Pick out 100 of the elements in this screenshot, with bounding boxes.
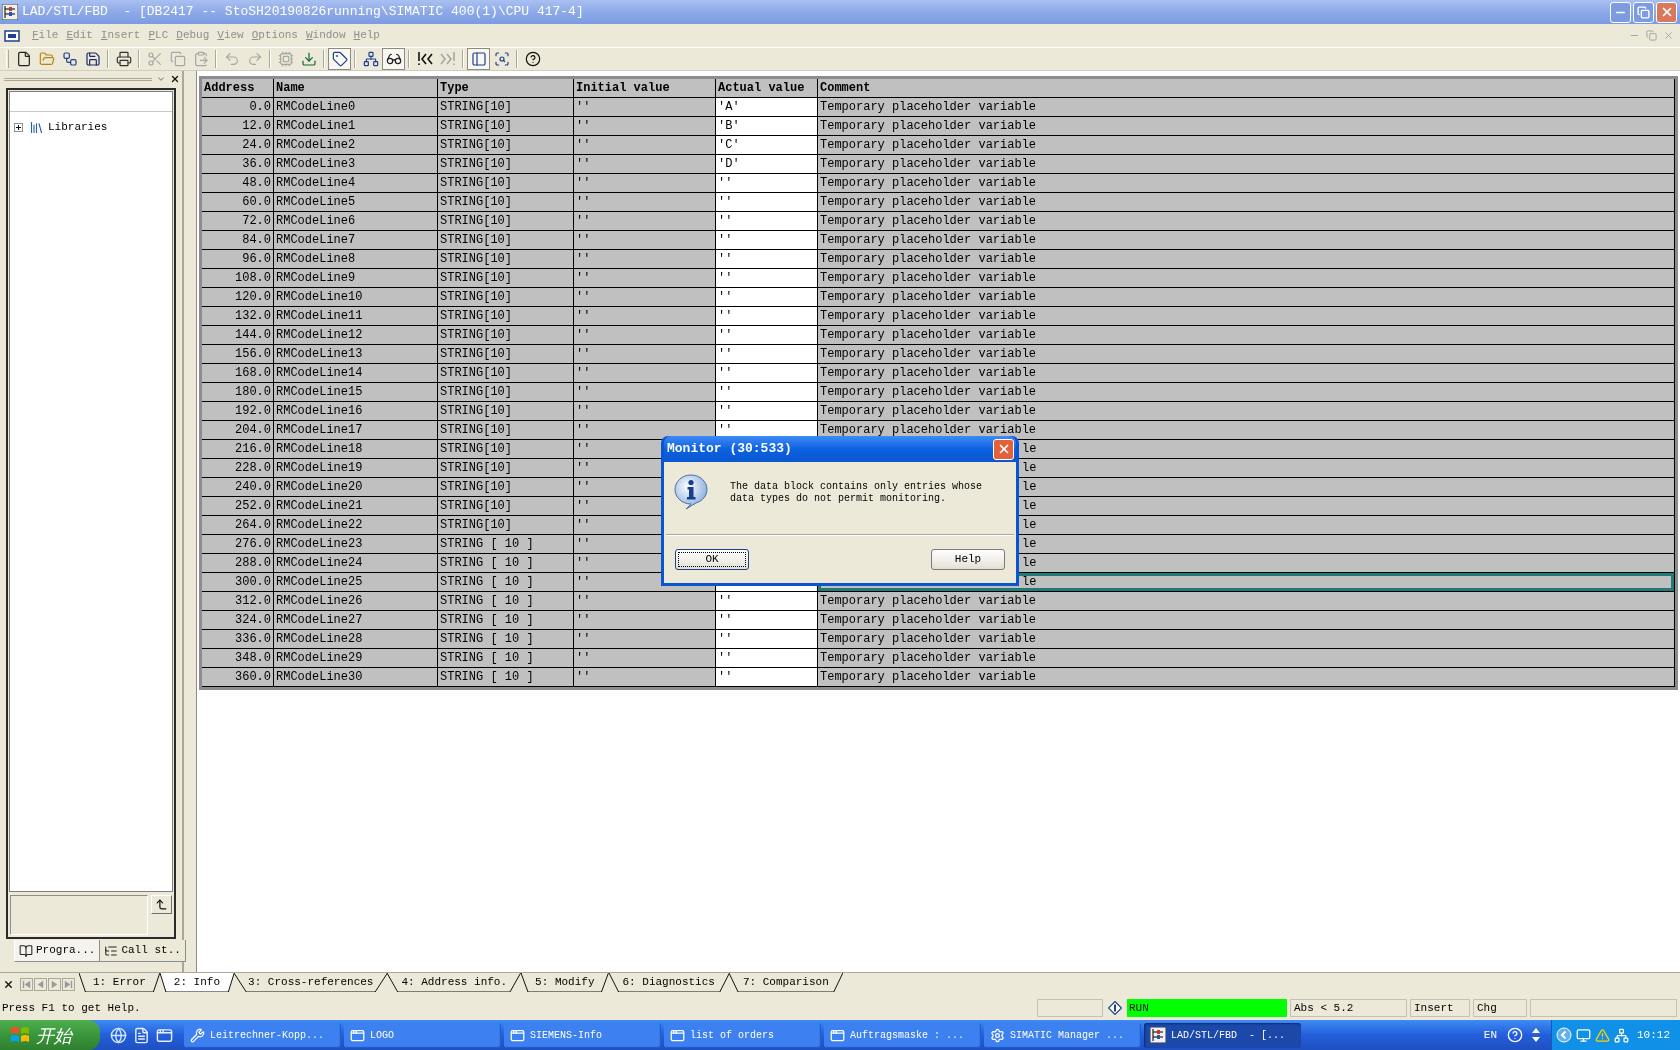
toolbar-button[interactable] (328, 48, 351, 70)
network-icon[interactable] (1614, 1027, 1629, 1043)
flag-icon (10, 1025, 30, 1045)
up-down-arrows-icon[interactable] (1531, 1027, 1541, 1043)
close-button[interactable] (2, 978, 15, 991)
table-cell: 216.0 (202, 440, 274, 459)
taskbar-button[interactable]: LAD/STL/FBD - [... (1144, 1022, 1301, 1048)
table-cell: 84.0 (202, 231, 274, 250)
table-cell: Temporary placeholder variable (818, 649, 1675, 668)
clock[interactable]: 10:12 (1637, 1026, 1670, 1044)
table-cell: Temporary placeholder variable (818, 364, 1675, 383)
panel-icon (470, 51, 487, 67)
language-indicator[interactable]: EN (1483, 1026, 1497, 1044)
toggle-button[interactable] (150, 895, 172, 914)
tab[interactable]: Progra... (14, 940, 101, 962)
minimize-button[interactable] (1610, 1, 1631, 23)
table-cell: RMCodeLine16 (274, 402, 438, 421)
table-cell: '' (716, 668, 818, 687)
table-cell: STRING[10] (438, 459, 574, 478)
table-cell: '' (716, 649, 818, 668)
tree-item[interactable]: Libraries (48, 120, 108, 134)
close-icon[interactable] (1663, 30, 1674, 41)
last-page-icon[interactable] (62, 978, 75, 991)
table-cell: RMCodeLine22 (274, 516, 438, 535)
table-cell: RMCodeLine11 (274, 307, 438, 326)
table-cell: RMCodeLine27 (274, 611, 438, 630)
tab[interactable]: 4: Address info. (387, 973, 522, 992)
column-header: Initial value (574, 79, 716, 98)
next-icon[interactable] (48, 978, 61, 991)
taskbar-button[interactable]: list of orders (664, 1022, 821, 1048)
table-cell: Temporary placeholder variable (818, 345, 1675, 364)
taskbar-button[interactable]: LOGO (344, 1022, 501, 1048)
table-cell: RMCodeLine25 (274, 573, 438, 592)
tab[interactable]: Call st.. (100, 940, 186, 962)
table-cell: '' (716, 307, 818, 326)
table-cell: Temporary placeholder variable (818, 212, 1675, 231)
restore-button[interactable] (1633, 1, 1654, 23)
chevron-left-icon[interactable] (1556, 1027, 1572, 1043)
corner-arrow-icon (154, 898, 168, 911)
table-cell: STRING[10] (438, 364, 574, 383)
table-cell: RMCodeLine0 (274, 98, 438, 117)
globe-icon[interactable] (110, 1026, 127, 1044)
window-icon (510, 1027, 525, 1043)
table-cell: RMCodeLine30 (274, 668, 438, 687)
app-icon (2, 4, 18, 20)
first-page-icon[interactable] (20, 978, 33, 991)
table-cell: 228.0 (202, 459, 274, 478)
taskbar-button[interactable]: SIMATIC Manager ... (984, 1022, 1141, 1048)
taskbar-button[interactable]: Leitrechner-Kopp... (184, 1022, 341, 1048)
window-icon (830, 1027, 845, 1043)
close-button[interactable] (169, 73, 180, 85)
list-tree-icon (104, 943, 119, 958)
window-icon[interactable] (4, 29, 20, 42)
previous-icon[interactable] (34, 978, 47, 991)
table-cell: RMCodeLine17 (274, 421, 438, 440)
table-cell: RMCodeLine21 (274, 497, 438, 516)
toolbar-button[interactable] (382, 48, 405, 70)
table-cell: 24.0 (202, 136, 274, 155)
table-cell: '' (716, 611, 818, 630)
table-cell: '' (716, 383, 818, 402)
tab[interactable]: 5: Modify (521, 973, 609, 992)
close-icon (3, 979, 14, 990)
table-cell: RMCodeLine29 (274, 649, 438, 668)
dialog-button[interactable]: Help (931, 549, 1005, 570)
table-cell: Temporary placeholder variable (818, 402, 1675, 421)
table-cell: 36.0 (202, 155, 274, 174)
restore-icon[interactable] (1646, 30, 1657, 41)
warning-icon[interactable] (1595, 1027, 1610, 1043)
start-button[interactable]: 开始 (0, 1020, 100, 1050)
taskbar-button[interactable]: Auftragsmaske : ... (824, 1022, 981, 1048)
table-cell: 276.0 (202, 535, 274, 554)
tab[interactable]: 1: Error (79, 973, 160, 992)
table-cell: STRING[10] (438, 136, 574, 155)
monitor-icon[interactable] (1576, 1027, 1591, 1043)
table-cell: RMCodeLine26 (274, 592, 438, 611)
workflow-icon (61, 51, 78, 67)
tag-icon (331, 51, 348, 67)
help-icon[interactable] (1507, 1027, 1523, 1043)
tab[interactable]: 6: Diagnostics (608, 973, 729, 992)
table-cell: Temporary placeholder variable (818, 231, 1675, 250)
table-cell: 168.0 (202, 364, 274, 383)
expand-icon[interactable] (14, 122, 23, 132)
table-cell: STRING[10] (438, 345, 574, 364)
tab[interactable]: 3: Cross-references (234, 973, 388, 992)
taskbar-button[interactable]: SIEMENS-Info (504, 1022, 661, 1048)
window-icon[interactable] (156, 1026, 173, 1044)
window-icon (350, 1027, 365, 1043)
table-cell: STRING[10] (438, 440, 574, 459)
table-cell: '' (716, 345, 818, 364)
tab[interactable]: 7: Comparison (728, 973, 843, 992)
dialog-button[interactable]: OK (675, 549, 749, 570)
exclamation-chevrons-icon (416, 51, 433, 67)
app-icon (1150, 1027, 1166, 1043)
column-header: Address (202, 79, 274, 98)
document-icon[interactable] (133, 1026, 150, 1044)
table-cell: 120.0 (202, 288, 274, 307)
tab[interactable]: 2: Info (159, 973, 235, 992)
table-cell: STRING[10] (438, 231, 574, 250)
table-cell: '' (716, 592, 818, 611)
table-cell: STRING[10] (438, 402, 574, 421)
